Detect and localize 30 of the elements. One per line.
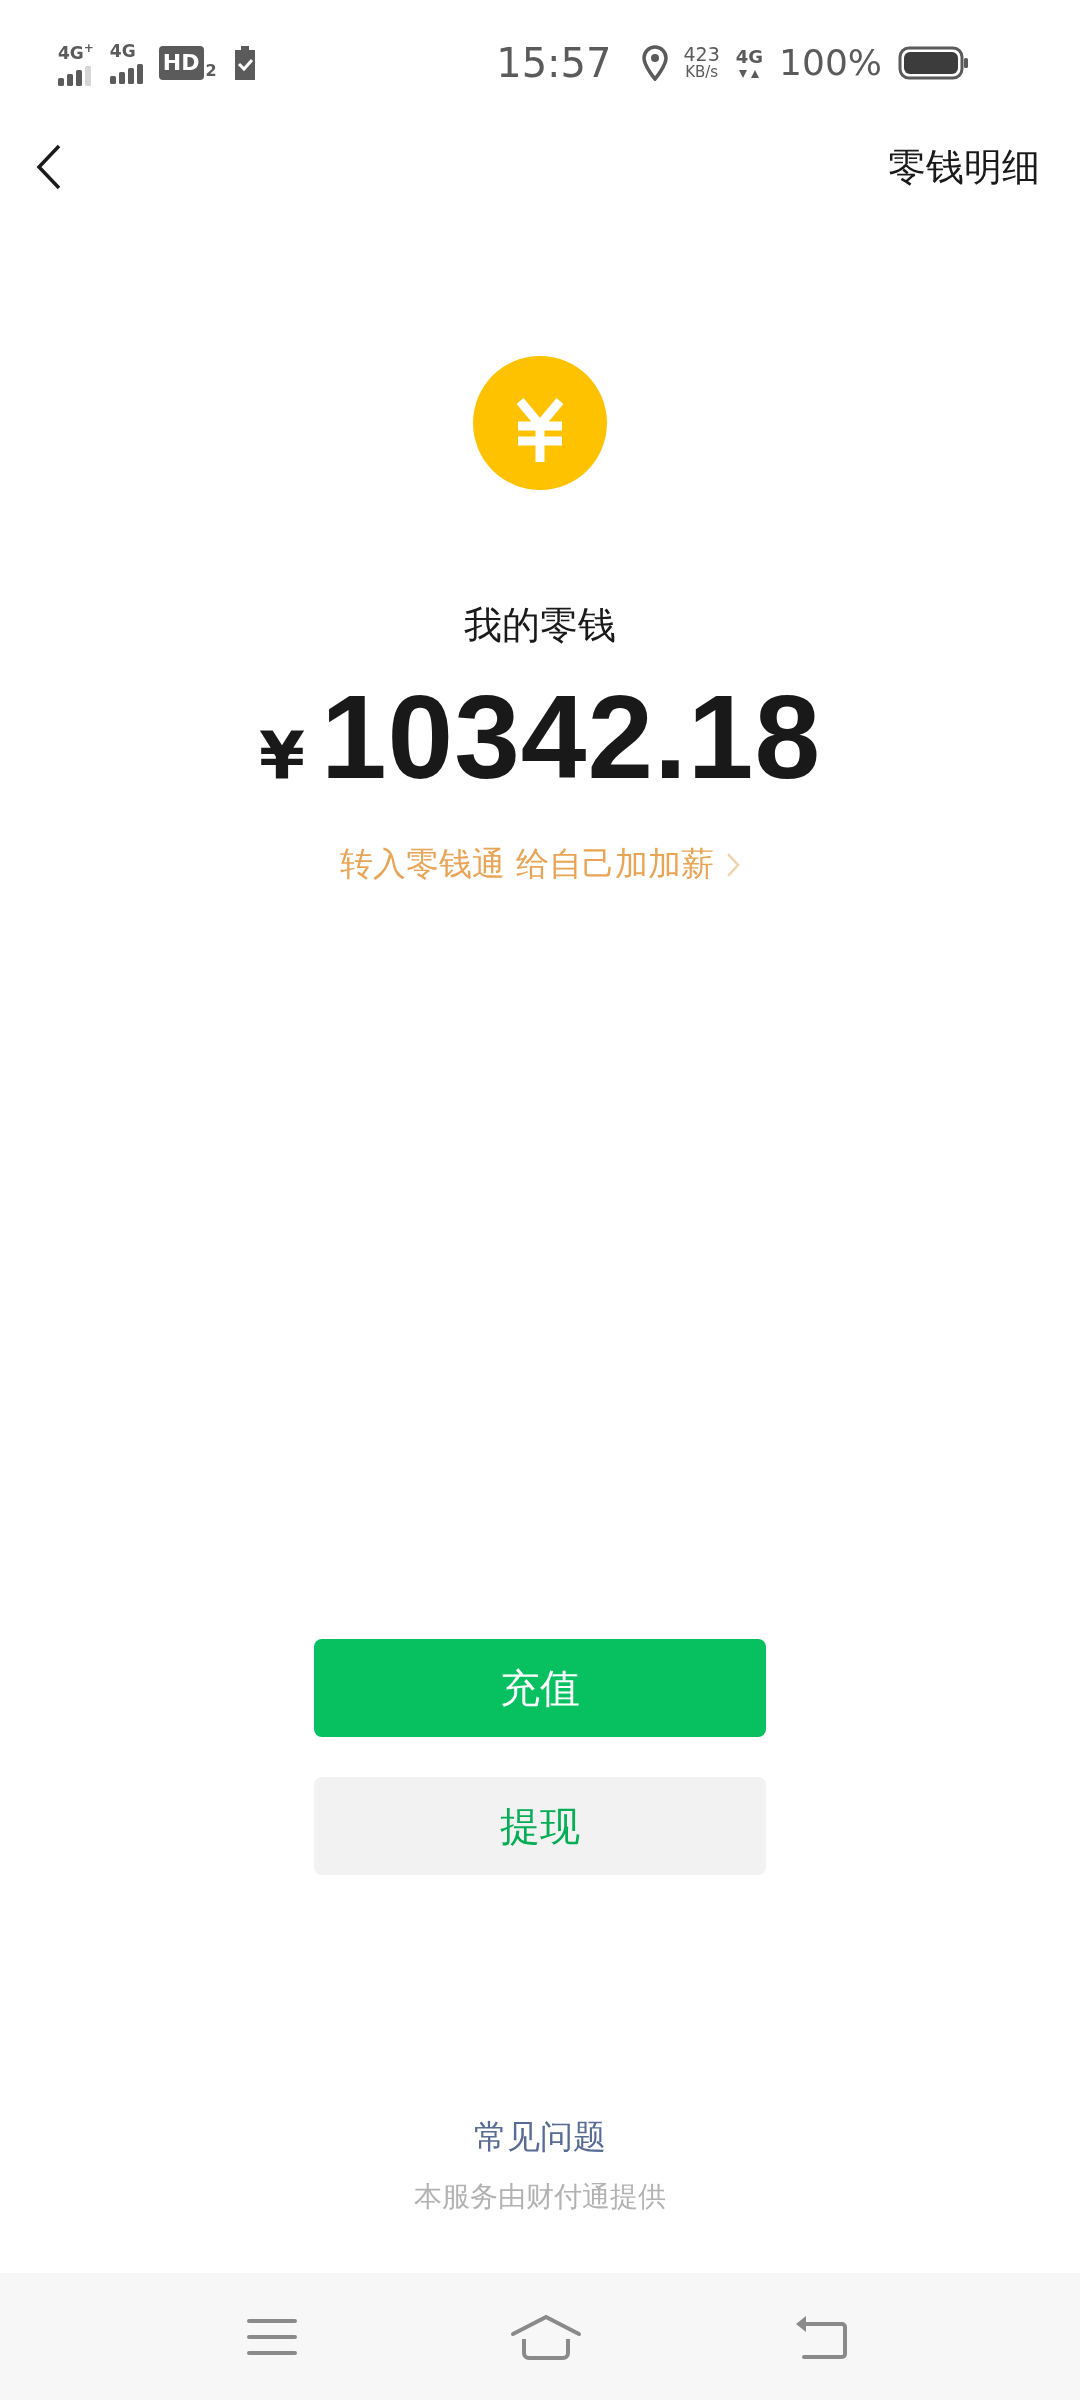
top-up-button[interactable]: 充值	[314, 1639, 766, 1737]
currency-symbol: ¥	[258, 717, 305, 794]
balance-amount: 10342.18	[320, 672, 822, 802]
details-link[interactable]: 零钱明细	[888, 141, 1040, 193]
data-arrows-icon	[737, 68, 762, 79]
faq-link[interactable]: 常见问题	[474, 2115, 606, 2159]
balance-label: 我的零钱	[464, 602, 616, 649]
network-label: 4G$^{+}$	[58, 40, 94, 62]
data-network-label: 4G	[735, 46, 764, 67]
battery-percent: 100%	[779, 42, 882, 83]
coin-icon	[473, 356, 607, 490]
network-label: 4G	[109, 41, 136, 60]
back-icon[interactable]	[794, 2313, 848, 2360]
promo-link[interactable]: 转入零钱通 给自己加加薪	[340, 842, 740, 887]
speed-value: 423	[683, 44, 720, 63]
chevron-right-icon	[725, 851, 740, 878]
withdraw-button[interactable]: 提现	[314, 1777, 766, 1875]
signal-icon	[109, 61, 143, 84]
hd-label: HD	[158, 45, 204, 80]
home-icon[interactable]	[510, 2313, 582, 2360]
hd-subscript: 2	[205, 60, 217, 80]
provider-note: 本服务由财付通提供	[414, 2179, 666, 2215]
battery-icon	[898, 45, 970, 80]
clock-time: 15:57	[496, 39, 612, 86]
back-button[interactable]	[36, 144, 62, 190]
speed-unit: KB/s	[685, 62, 719, 81]
menu-icon[interactable]	[246, 2316, 298, 2357]
battery-check-icon	[232, 45, 257, 80]
signal-icon	[58, 63, 91, 86]
location-icon	[641, 44, 668, 81]
